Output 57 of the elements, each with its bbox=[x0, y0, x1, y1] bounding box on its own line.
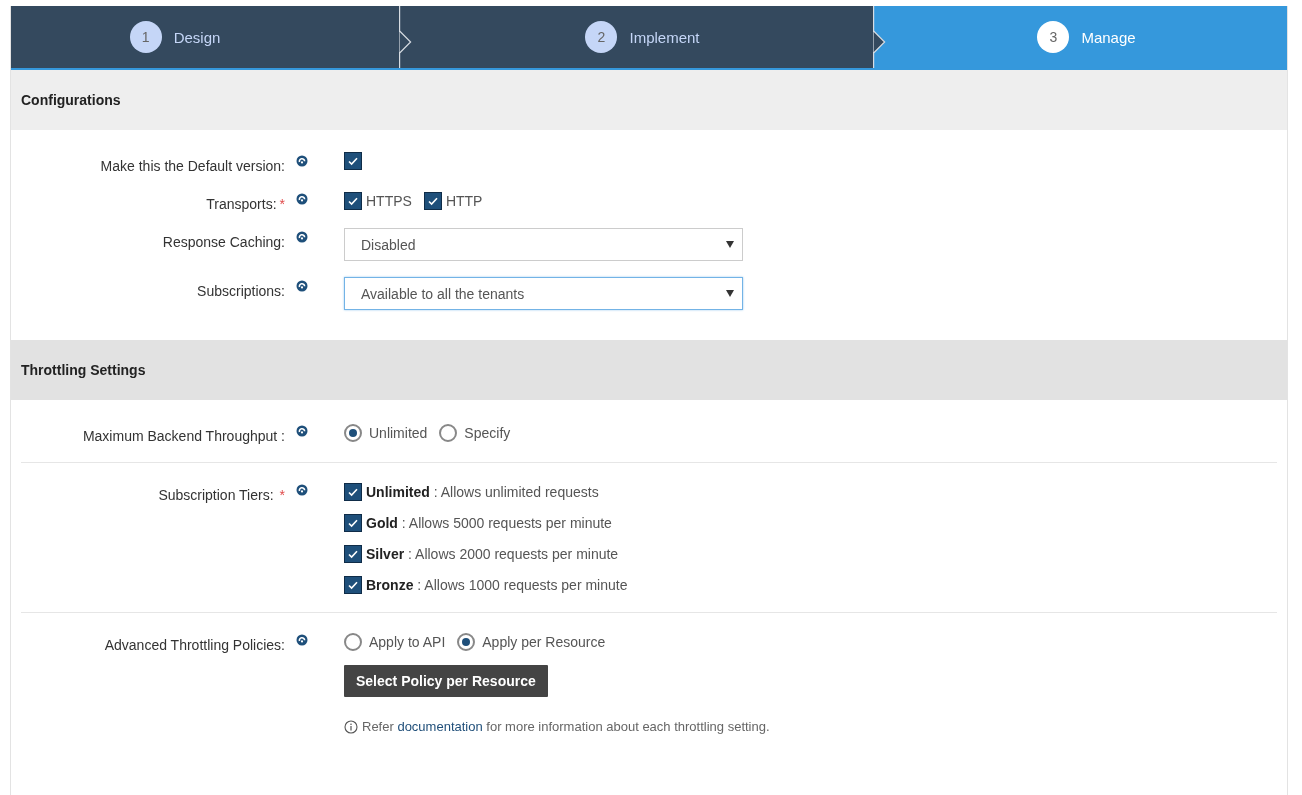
field-label: Response Caching: bbox=[162, 234, 285, 250]
checkbox[interactable] bbox=[344, 483, 362, 501]
option-label: Specify bbox=[464, 425, 511, 441]
radio-button[interactable] bbox=[439, 424, 458, 442]
select-policy-button[interactable]: Select Policy per Resource bbox=[344, 665, 548, 697]
tier-label: Unlimited : Allows unlimited requests bbox=[366, 484, 599, 500]
field-label: Maximum Backend Throughput : bbox=[82, 428, 285, 444]
info-icon bbox=[344, 719, 358, 734]
required-mark: * bbox=[279, 487, 285, 503]
wizard-step[interactable]: 3 Manage bbox=[886, 6, 1287, 68]
info-text: Refer documentation for more information about each throttling setting. bbox=[362, 719, 770, 734]
option-label: Apply to API bbox=[369, 634, 446, 650]
step-label: Implement bbox=[629, 28, 700, 46]
checkbox[interactable] bbox=[344, 192, 362, 210]
help-icon bbox=[296, 484, 308, 496]
tier-label: Silver : Allows 2000 requests per minute bbox=[366, 546, 619, 562]
wizard-step[interactable]: 2 Implement bbox=[412, 6, 873, 68]
dropdown[interactable]: Disabled bbox=[344, 228, 743, 261]
checkbox[interactable] bbox=[344, 576, 362, 594]
checkbox[interactable] bbox=[344, 152, 362, 170]
checkbox[interactable] bbox=[423, 192, 442, 210]
help-icon bbox=[296, 231, 308, 243]
step-label: Manage bbox=[1081, 28, 1136, 46]
radio-button[interactable] bbox=[344, 633, 362, 651]
tier-label: Gold : Allows 5000 requests per minute bbox=[366, 515, 612, 531]
caret-icon bbox=[726, 241, 734, 248]
field-label: Transports: bbox=[206, 196, 277, 212]
help-icon bbox=[296, 634, 308, 646]
radio-button[interactable] bbox=[457, 633, 476, 651]
section-title: Configurations bbox=[21, 92, 121, 108]
tier-label: Bronze : Allows 1000 requests per minute bbox=[366, 577, 628, 593]
help-icon bbox=[296, 155, 308, 167]
option-label: Apply per Resource bbox=[482, 634, 606, 650]
option-label: Unlimited bbox=[369, 425, 428, 441]
field-label: Subscription Tiers: bbox=[158, 487, 274, 503]
dropdown[interactable]: Available to all the tenants bbox=[344, 277, 743, 310]
step-number: 1 bbox=[129, 21, 162, 53]
wizard-step[interactable]: 1 Design bbox=[11, 6, 399, 68]
required-mark: * bbox=[279, 196, 285, 212]
option-label: HTTPS bbox=[366, 193, 412, 209]
caret-icon bbox=[726, 290, 734, 297]
help-icon bbox=[296, 280, 308, 292]
help-icon bbox=[296, 425, 308, 437]
help-icon bbox=[296, 193, 308, 205]
step-separator-icon bbox=[399, 6, 412, 68]
step-number: 2 bbox=[585, 21, 618, 53]
documentation-link[interactable]: documentation bbox=[397, 719, 483, 734]
checkbox[interactable] bbox=[344, 514, 362, 532]
checkbox[interactable] bbox=[344, 545, 362, 563]
field-label: Subscriptions: bbox=[197, 283, 285, 299]
field-label: Make this the Default version: bbox=[100, 158, 285, 174]
step-label: Design bbox=[173, 28, 221, 46]
field-label: Advanced Throttling Policies: bbox=[104, 637, 285, 653]
radio-button[interactable] bbox=[344, 424, 362, 442]
step-number: 3 bbox=[1037, 21, 1070, 53]
option-label: HTTP bbox=[445, 193, 483, 209]
section-title: Throttling Settings bbox=[21, 362, 146, 378]
